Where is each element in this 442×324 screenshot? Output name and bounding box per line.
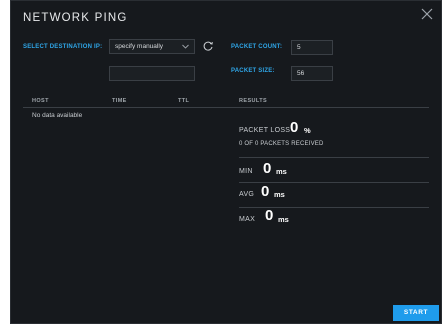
max-label: MAX — [239, 216, 256, 223]
close-icon[interactable] — [419, 6, 435, 22]
min-label: MIN — [239, 168, 253, 175]
destination-ip-select[interactable]: specify manually — [109, 39, 195, 54]
avg-label: AVG — [239, 191, 255, 198]
packets-received-text: 0 OF 0 PACKETS RECEIVED — [239, 141, 324, 147]
column-header-ttl[interactable]: TTL — [178, 98, 189, 104]
column-header-host[interactable]: HOST — [32, 98, 49, 104]
max-unit: ms — [278, 215, 289, 224]
manual-ip-input[interactable] — [109, 66, 195, 81]
results-divider — [239, 157, 429, 158]
packet-loss-label: PACKET LOSS — [239, 127, 291, 134]
avg-unit: ms — [274, 190, 285, 199]
min-unit: ms — [276, 167, 287, 176]
empty-table-message: No data available — [32, 112, 83, 119]
table-header-divider — [23, 107, 429, 108]
column-header-results: RESULTS — [239, 98, 268, 104]
packet-size-label: PACKET SIZE: — [231, 68, 275, 74]
network-ping-dialog: NETWORK PING SELECT DESTINATION IP: spec… — [10, 0, 442, 324]
packet-count-input[interactable]: 5 — [291, 40, 333, 55]
chevron-down-icon — [181, 42, 190, 51]
avg-value: 0 — [261, 183, 270, 200]
packet-count-label: PACKET COUNT: — [231, 44, 283, 50]
dialog-title: NETWORK PING — [23, 12, 128, 24]
min-value: 0 — [263, 160, 272, 177]
max-value: 0 — [265, 207, 274, 224]
destination-ip-label: SELECT DESTINATION IP: — [23, 44, 103, 50]
refresh-icon[interactable] — [201, 39, 215, 53]
packet-size-input[interactable]: 56 — [291, 66, 333, 81]
packet-loss-unit: % — [304, 126, 311, 135]
packet-loss-value: 0 — [290, 119, 299, 136]
destination-ip-selected: specify manually — [115, 43, 164, 50]
column-header-time[interactable]: TIME — [112, 98, 127, 104]
start-button[interactable]: START — [393, 305, 439, 321]
